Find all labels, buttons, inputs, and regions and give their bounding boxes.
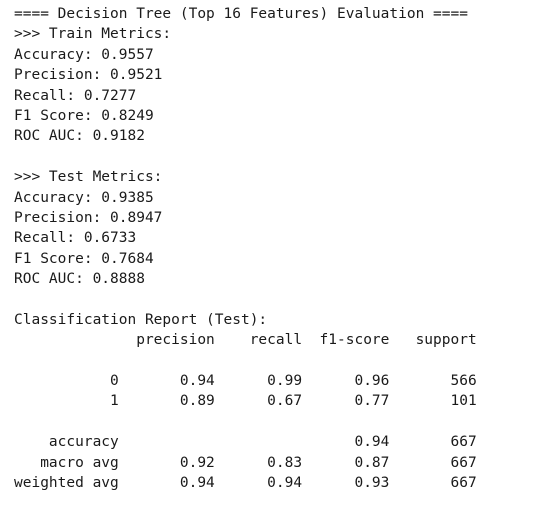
test-metrics-heading: >>> Test Metrics: xyxy=(14,169,163,186)
report-column-headers: precision recall f1-score support xyxy=(14,332,477,349)
classification-report-heading: Classification Report (Test): xyxy=(14,311,268,328)
report-row-weighted-avg: weighted avg 0.94 0.94 0.93 667 xyxy=(14,474,477,491)
test-accuracy-line: Accuracy: 0.9385 xyxy=(14,189,154,206)
train-accuracy-line: Accuracy: 0.9557 xyxy=(14,46,154,63)
test-roc-auc-line: ROC AUC: 0.8888 xyxy=(14,271,145,288)
report-row-class-0: 0 0.94 0.99 0.96 566 xyxy=(14,373,477,390)
train-metrics-heading: >>> Train Metrics: xyxy=(14,26,172,43)
test-recall-line: Recall: 0.6733 xyxy=(14,230,137,247)
train-recall-line: Recall: 0.7277 xyxy=(14,87,137,104)
console-output: ==== Decision Tree (Top 16 Features) Eva… xyxy=(14,4,542,504)
report-row-class-1: 1 0.89 0.67 0.77 101 xyxy=(14,393,477,410)
test-precision-line: Precision: 0.8947 xyxy=(14,209,163,226)
train-f1-line: F1 Score: 0.8249 xyxy=(14,107,154,124)
test-f1-line: F1 Score: 0.7684 xyxy=(14,250,154,267)
evaluation-header-line: ==== Decision Tree (Top 16 Features) Eva… xyxy=(14,6,468,22)
train-roc-auc-line: ROC AUC: 0.9182 xyxy=(14,128,145,145)
train-precision-line: Precision: 0.9521 xyxy=(14,67,163,84)
report-row-macro-avg: macro avg 0.92 0.83 0.87 667 xyxy=(14,454,477,471)
report-row-accuracy: accuracy 0.94 667 xyxy=(14,434,477,451)
